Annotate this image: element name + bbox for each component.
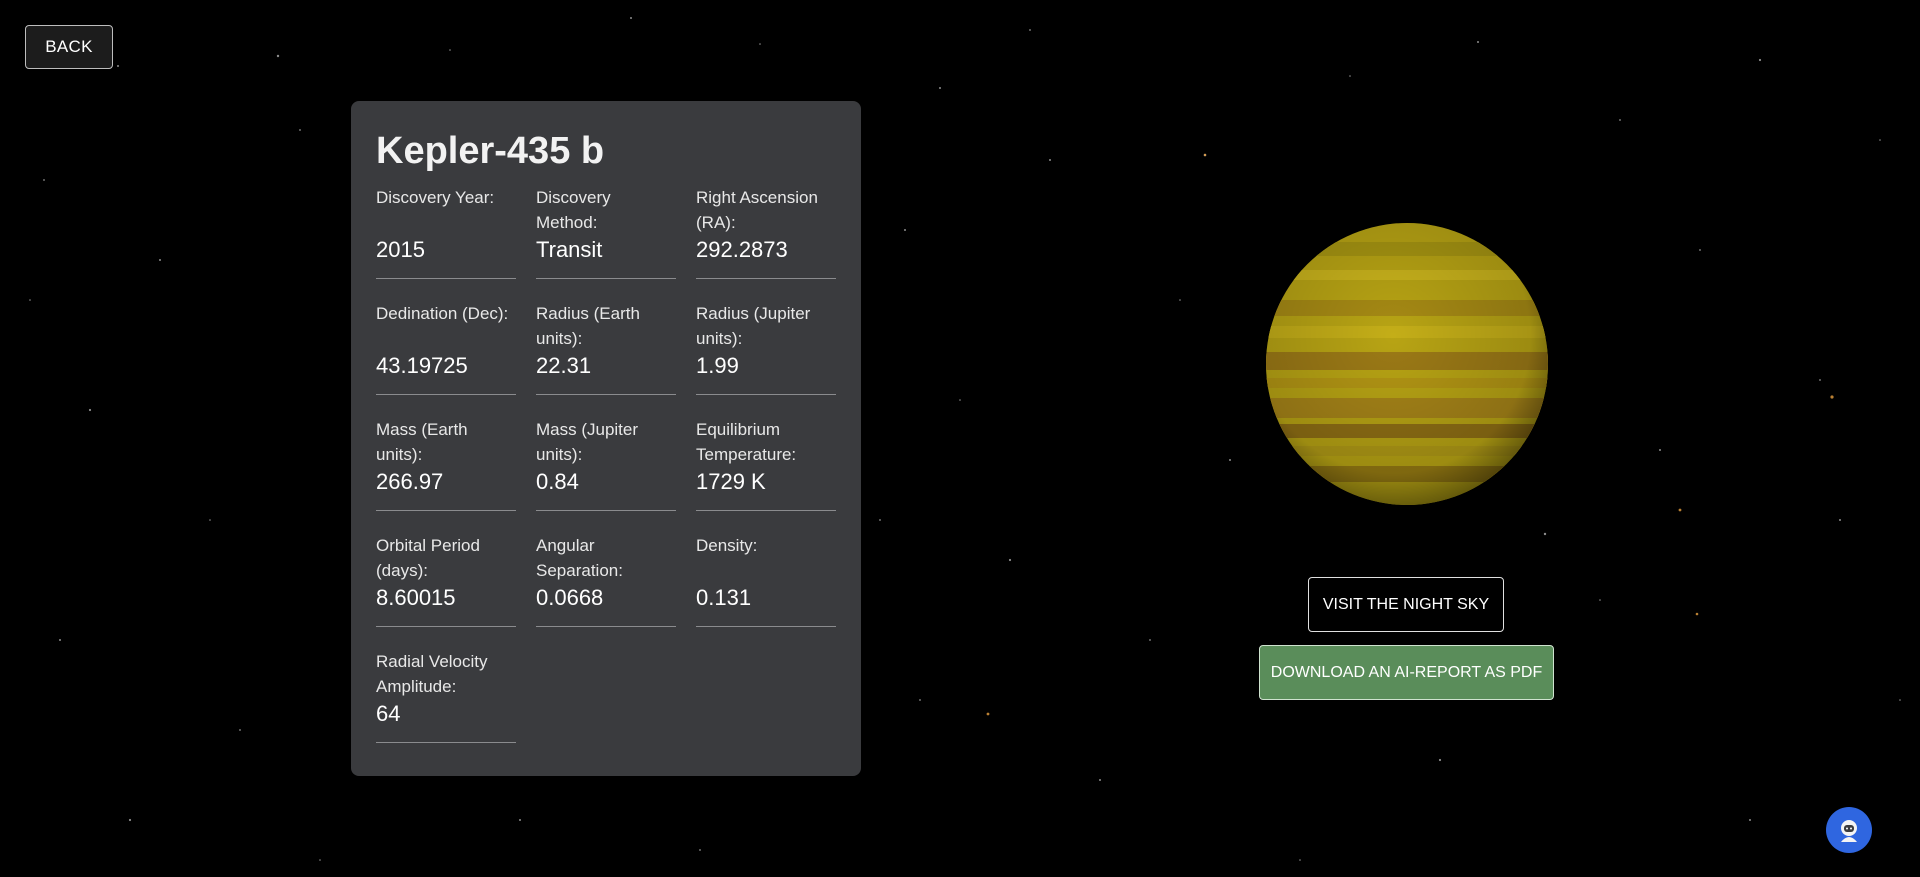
starfield-background — [29, 17, 1901, 861]
stat-label: Discovery Method: — [536, 188, 611, 232]
stat-label: Right Ascension (RA): — [696, 188, 818, 232]
stat-label: Density: — [696, 536, 758, 555]
planet-name-title: Kepler-435 b — [376, 130, 605, 172]
stat-label: Equilibrium Temperature: — [696, 420, 797, 464]
download-ai-report-button[interactable]: DOWNLOAD AN AI-REPORT AS PDF — [1259, 645, 1554, 700]
stat-label: Mass (Jupiter units): — [536, 420, 639, 464]
assistant-chat-button[interactable] — [1826, 807, 1872, 853]
stat-value: 1.99 — [696, 353, 739, 378]
stat-value: Transit — [536, 237, 603, 262]
stat-value: 266.97 — [376, 469, 444, 494]
stat-mass-earth: Mass (Earth units): 266.97 — [376, 417, 516, 511]
stat-orbital-period: Orbital Period (days): 8.60015 — [376, 533, 516, 627]
stat-label: Dedination (Dec): — [376, 304, 509, 323]
stat-mass-jupiter: Mass (Jupiter units): 0.84 — [536, 417, 676, 511]
stat-label: Discovery Year: — [376, 188, 495, 207]
stat-value: 0.84 — [536, 469, 579, 494]
exoplanet-detail-page: BACK Kepler-435 b Discovery Year: 2015 D… — [0, 0, 1920, 877]
planet-stats-grid: Discovery Year: 2015 Discovery Method: T… — [376, 185, 836, 743]
stat-radius-earth: Radius (Earth units): 22.31 — [536, 301, 676, 395]
planet-info-card: Kepler-435 b Discovery Year: 2015 Discov… — [351, 101, 861, 776]
stat-label: Orbital Period (days): — [376, 536, 480, 580]
stat-equilibrium-temperature: Equilibrium Temperature: 1729 K — [696, 417, 836, 511]
stat-value: 1729 K — [696, 469, 766, 494]
stat-value: 22.31 — [536, 353, 592, 378]
stat-label: Angular Separation: — [536, 536, 623, 580]
stat-radius-jupiter: Radius (Jupiter units): 1.99 — [696, 301, 836, 395]
stat-label: Radial Velocity Amplitude: — [376, 652, 488, 696]
stat-value: 43.19725 — [376, 353, 468, 378]
visit-night-sky-button[interactable]: VISIT THE NIGHT SKY — [1308, 577, 1504, 632]
stat-label: Radius (Earth units): — [536, 304, 640, 348]
stat-label: Radius (Jupiter units): — [696, 304, 811, 348]
stat-value: 64 — [376, 701, 401, 726]
stat-value: 8.60015 — [376, 585, 456, 610]
stat-declination: Dedination (Dec): 43.19725 — [376, 301, 516, 395]
stat-value: 292.2873 — [696, 237, 788, 262]
stat-value: 2015 — [376, 237, 425, 262]
stat-label: Mass (Earth units): — [376, 420, 468, 464]
planet-render[interactable] — [1265, 222, 1549, 506]
stat-angular-separation: Angular Separation: 0.0668 — [536, 533, 676, 627]
stat-value: 0.0668 — [536, 585, 604, 610]
stat-density: Density: 0.131 — [696, 533, 836, 627]
back-button[interactable]: BACK — [25, 25, 113, 69]
stat-right-ascension: Right Ascension (RA): 292.2873 — [696, 185, 836, 279]
stat-discovery-method: Discovery Method: Transit — [536, 185, 676, 279]
stat-discovery-year: Discovery Year: 2015 — [376, 185, 516, 279]
stat-radial-velocity: Radial Velocity Amplitude: 64 — [376, 649, 516, 743]
stat-value: 0.131 — [696, 585, 752, 610]
astronaut-icon — [1841, 820, 1857, 842]
